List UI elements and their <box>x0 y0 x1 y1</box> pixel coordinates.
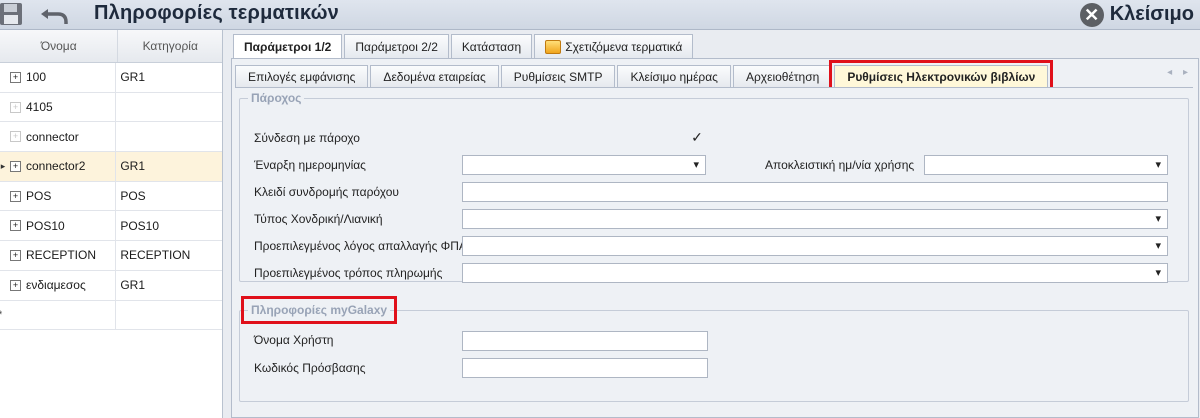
tab-status[interactable]: Κατάσταση <box>450 34 533 58</box>
terminal-name: ενδιαμεσος <box>26 278 86 293</box>
tab-parameters-1[interactable]: Παράμετροι 1/2 <box>233 34 343 59</box>
inner-tab-strip: Επιλογές εμφάνισης Δεδομένα εταιρείας Ρυ… <box>235 60 1054 92</box>
cell-category[interactable]: GR1 <box>116 271 222 300</box>
table-row[interactable]: + POS10 POS10 <box>0 211 222 242</box>
terminal-name: connector2 <box>26 159 86 174</box>
mygalaxy-group: Πληροφορίες myGalaxy Όνομα Χρήστη Κωδικό… <box>239 296 1189 402</box>
new-row-marker: * <box>0 309 2 321</box>
column-header-name[interactable]: Όνομα <box>0 30 119 62</box>
wholesale-retail-type-label: Τύπος Χονδρική/Λιανική <box>254 212 383 226</box>
cell-name[interactable]: + RECEPTION <box>0 241 117 270</box>
table-row[interactable]: +4105 <box>0 92 222 123</box>
terminals-icon <box>545 39 562 54</box>
content-area: Παράμετροι 1/2 Παράμετροι 2/2 Κατάσταση … <box>223 30 1200 418</box>
tab-archiving[interactable]: Αρχειοθέτηση <box>732 65 833 87</box>
terminal-name: POS10 <box>26 218 65 233</box>
tab-electronic-books-settings[interactable]: Ρυθμίσεις Ηλεκτρονικών βιβλίων <box>829 60 1054 92</box>
expand-icon[interactable]: + <box>10 190 21 202</box>
expand-icon[interactable]: + <box>10 279 21 291</box>
cell-category[interactable]: RECEPTION <box>116 241 222 270</box>
close-button[interactable]: ✕ Κλείσιμο <box>1079 0 1200 29</box>
close-label: Κλείσιμο <box>1109 3 1194 25</box>
terminal-name: RECEPTION <box>26 248 97 263</box>
terminal-name: POS <box>26 189 52 204</box>
subscription-key-label: Κλειδί συνδρομής παρόχου <box>254 185 399 199</box>
payment-method-select[interactable] <box>462 263 1168 283</box>
cell-name[interactable]: +4105 <box>0 92 117 122</box>
outer-tab-strip: Παράμετροι 1/2 Παράμετροι 2/2 Κατάσταση … <box>233 34 695 59</box>
cell-name[interactable]: + POS10 <box>0 211 117 241</box>
cell-category[interactable]: GR1 <box>116 63 222 92</box>
wholesale-retail-type-select[interactable] <box>462 209 1168 229</box>
subscription-key-field[interactable] <box>462 182 1168 202</box>
cell-category[interactable]: POS <box>116 182 222 211</box>
tab-panel: Επιλογές εμφάνισης Δεδομένα εταιρείας Ρυ… <box>231 58 1199 418</box>
password-field[interactable] <box>462 358 708 378</box>
cell-name[interactable]: +100 <box>0 63 117 92</box>
vat-exemption-reason-select[interactable] <box>462 236 1168 256</box>
cell-name[interactable]: ▸ + connector2 <box>0 152 117 181</box>
tab-related-terminals[interactable]: Σχετιζόμενα τερματικά <box>534 34 694 58</box>
mygalaxy-group-caption: Πληροφορίες myGalaxy <box>240 296 398 324</box>
table-row[interactable]: +100 GR1 <box>0 63 222 93</box>
username-field[interactable] <box>462 331 708 351</box>
title-bar: Πληροφορίες τερματικών ✕ Κλείσιμο <box>0 0 1200 30</box>
electronic-books-page: Πάροχος Σύνδεση με πάροχο ✓ Έναρξη ημερο… <box>235 87 1193 414</box>
expand-icon[interactable]: + <box>10 101 21 113</box>
cell-name[interactable]: + ενδιαμεσος <box>0 270 117 300</box>
new-row-name-cell[interactable]: * <box>0 300 117 330</box>
expand-icon[interactable]: + <box>10 71 21 83</box>
cell-name[interactable]: + connector <box>0 122 117 152</box>
exclusive-date-label: Αποκλειστική ημ/νία χρήσης <box>765 158 915 172</box>
tab-label: Παράμετροι 2/2 <box>355 39 438 54</box>
table-row[interactable]: ▸ + connector2 GR1 <box>0 152 222 182</box>
terminal-name: 4105 <box>26 100 53 115</box>
cell-category[interactable] <box>116 93 222 122</box>
tab-smtp-settings[interactable]: Ρυθμίσεις SMTP <box>500 65 616 87</box>
password-label: Κωδικός Πρόσβασης <box>254 361 366 375</box>
provider-group: Πάροχος Σύνδεση με πάροχο ✓ Έναρξη ημερο… <box>239 91 1189 283</box>
close-circle-icon: ✕ <box>1079 2 1104 27</box>
expand-icon[interactable]: + <box>10 131 21 143</box>
cell-category[interactable]: POS10 <box>116 211 222 240</box>
column-header-category[interactable]: Κατηγορία <box>118 30 222 62</box>
tab-display-options[interactable]: Επιλογές εμφάνισης <box>235 65 369 87</box>
current-row-indicator: ▸ <box>0 160 6 171</box>
undo-icon[interactable] <box>38 3 72 25</box>
expand-icon[interactable]: + <box>10 160 21 172</box>
connect-provider-label: Σύνδεση με πάροχο <box>254 131 360 145</box>
tab-day-closing[interactable]: Κλείσιμο ημέρας <box>617 65 731 87</box>
tab-parameters-2[interactable]: Παράμετροι 2/2 <box>344 34 449 58</box>
new-row[interactable]: * <box>0 300 222 331</box>
window-title: Πληροφορίες τερματικών <box>94 2 339 24</box>
terminals-grid: Όνομα Κατηγορία +100 GR1 +4105 + connector ▸ +… <box>0 30 223 418</box>
vat-exemption-reason-label: Προεπιλεγμένος λόγος απαλλαγής ΦΠΑ <box>254 239 467 253</box>
tab-scroll-arrows[interactable]: ◂ ▸ <box>1167 67 1192 78</box>
cell-category[interactable] <box>116 122 222 151</box>
expand-icon[interactable]: + <box>10 249 21 261</box>
connect-provider-checkbox[interactable]: ✓ <box>690 130 704 144</box>
new-row-category-cell[interactable] <box>116 301 222 330</box>
terminal-name: 100 <box>26 70 47 85</box>
expand-icon[interactable]: + <box>10 220 21 232</box>
terminal-name: connector <box>26 129 79 144</box>
cell-category[interactable]: GR1 <box>116 152 222 181</box>
table-row[interactable]: + ενδιαμεσος GR1 <box>0 270 222 301</box>
tab-label: Παράμετροι 1/2 <box>244 40 332 54</box>
table-row[interactable]: + connector <box>0 122 222 153</box>
tab-company-data[interactable]: Δεδομένα εταιρείας <box>370 65 499 87</box>
table-row[interactable]: + POS POS <box>0 181 222 212</box>
exclusive-date-picker[interactable] <box>924 155 1168 175</box>
tab-label: Κατάσταση <box>461 39 522 54</box>
start-date-picker[interactable] <box>462 155 706 175</box>
save-icon[interactable] <box>0 3 26 25</box>
table-row[interactable]: + RECEPTION RECEPTION <box>0 241 222 271</box>
provider-group-caption: Πάροχος <box>248 91 305 105</box>
start-date-label: Έναρξη ημερομηνίας <box>254 158 366 172</box>
tab-label: Σχετιζόμενα τερματικά <box>565 39 683 54</box>
payment-method-label: Προεπιλεγμένος τρόπος πληρωμής <box>254 266 443 280</box>
grid-header: Όνομα Κατηγορία <box>0 30 222 63</box>
cell-name[interactable]: + POS <box>0 181 117 211</box>
username-label: Όνομα Χρήστη <box>254 333 334 347</box>
